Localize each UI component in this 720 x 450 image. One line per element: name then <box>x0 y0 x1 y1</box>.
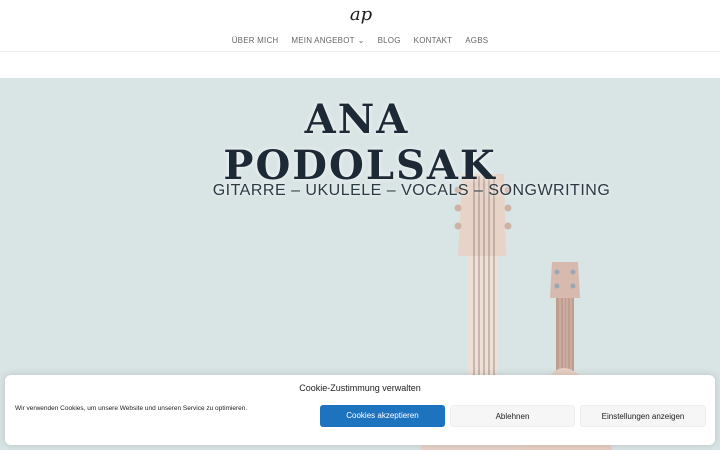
accept-cookies-button[interactable]: Cookies akzeptieren <box>320 405 445 427</box>
nav-item-uber-mich[interactable]: ÜBER MICH <box>225 36 285 46</box>
site-logo[interactable]: ap <box>349 4 373 28</box>
cookie-preferences-button[interactable]: Einstellungen anzeigen <box>580 405 706 427</box>
chevron-down-icon: ⌄ <box>357 36 365 45</box>
site-header: ap ÜBER MICH MEIN ANGEBOT ⌄ BLOG KONTAKT … <box>0 0 720 52</box>
hero-subtitle: GITARRE – UKULELE – VOCALS – SONGWRITING <box>212 182 611 199</box>
deny-cookies-button[interactable]: Ablehnen <box>450 405 575 427</box>
main-nav: ÜBER MICH MEIN ANGEBOT ⌄ BLOG KONTAKT AGB… <box>0 36 720 46</box>
cookie-title: Cookie-Zustimmung verwalten <box>299 383 421 393</box>
nav-item-blog[interactable]: BLOG <box>371 36 407 46</box>
cookie-banner: Cookie-Zustimmung verwalten Wir verwende… <box>5 375 715 445</box>
cookie-text: Wir verwenden Cookies, um unsere Website… <box>15 405 248 412</box>
nav-item-mein-angebot[interactable]: MEIN ANGEBOT ⌄ <box>285 36 371 46</box>
hero-title-line1: ANA <box>304 96 410 143</box>
nav-item-kontakt[interactable]: KONTAKT <box>407 36 459 46</box>
nav-item-label: MEIN ANGEBOT <box>291 36 355 45</box>
nav-item-agbs[interactable]: AGBS <box>459 36 495 46</box>
